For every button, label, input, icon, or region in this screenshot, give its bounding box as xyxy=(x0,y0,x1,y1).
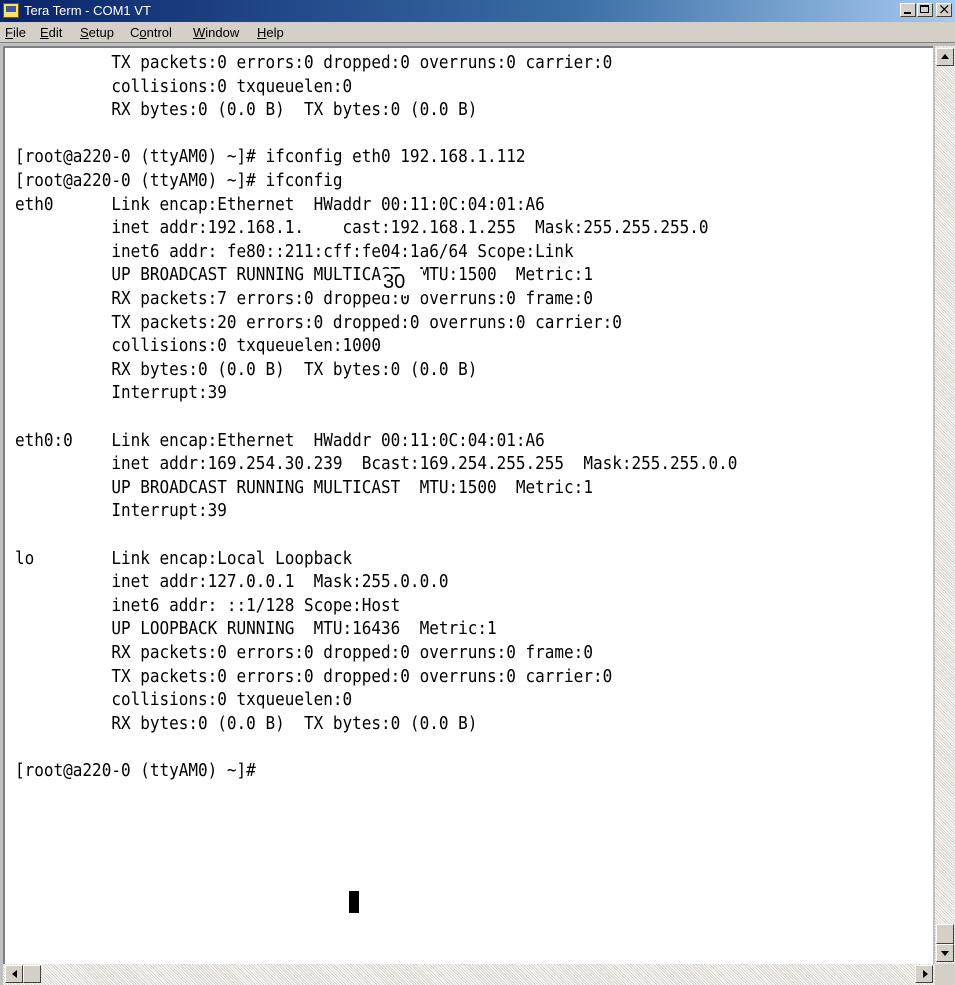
terminal-line: inet addr:192.168.1. cast:192.168.1.255 … xyxy=(15,218,709,239)
menu-help-mnemonic: H xyxy=(257,25,267,40)
menu-control-mnemonic: o xyxy=(139,25,147,40)
menu-edit[interactable]: Edit xyxy=(40,25,62,40)
horizontal-scrollbar[interactable] xyxy=(3,964,935,985)
terminal-line: RX bytes:0 (0.0 B) TX bytes:0 (0.0 B) xyxy=(15,359,478,380)
terminal-line: Interrupt:39 xyxy=(15,501,227,522)
terminal-line: eth0 Link encap:Ethernet HWaddr 00:11:0C… xyxy=(15,194,545,215)
vertical-scrollbar[interactable] xyxy=(935,46,955,964)
terminal-line: inet6 addr: fe80::211:cff:fe04:1a6/64 Sc… xyxy=(15,241,574,262)
terminal-line: RX bytes:0 (0.0 B) TX bytes:0 (0.0 B) xyxy=(15,100,478,121)
terminal-line: [root@a220-0 (ttyAM0) ~]# ifconfig xyxy=(15,171,343,191)
menu-window-mnemonic: W xyxy=(193,25,206,40)
menu-control[interactable]: Control xyxy=(130,25,172,40)
tera-term-window: Tera Term - COM1 VT File Edit Setup Cont… xyxy=(0,0,955,985)
menu-file-label: ile xyxy=(12,25,26,40)
terminal-line: TX packets:0 errors:0 dropped:0 overruns… xyxy=(15,53,613,73)
terminal-line: [root@a220-0 (ttyAM0) ~]# xyxy=(15,761,266,781)
terminal-line: UP BROADCAST RUNNING MULTICAST MTU:1500 … xyxy=(15,265,593,286)
title-bar[interactable]: Tera Term - COM1 VT xyxy=(0,0,955,22)
menu-edit-label: dit xyxy=(48,25,63,40)
menu-file[interactable]: File xyxy=(5,25,26,40)
minimize-button[interactable] xyxy=(900,3,916,17)
terminal-line: eth0:0 Link encap:Ethernet HWaddr 00:11:… xyxy=(15,430,545,451)
menu-edit-mnemonic: E xyxy=(40,25,49,40)
maximize-button[interactable] xyxy=(917,3,933,17)
menu-help[interactable]: Help xyxy=(257,25,284,40)
terminal-line: collisions:0 txqueuelen:0 xyxy=(15,76,353,97)
menu-setup-mnemonic: S xyxy=(80,25,89,40)
menu-control-label: ntrol xyxy=(146,25,172,40)
scroll-left-button[interactable] xyxy=(5,965,23,983)
terminal-line: UP BROADCAST RUNNING MULTICAST MTU:1500 … xyxy=(15,477,593,498)
horizontal-scroll-thumb[interactable] xyxy=(23,965,41,983)
terminal-line: RX bytes:0 (0.0 B) TX bytes:0 (0.0 B) xyxy=(15,713,478,734)
terminal-line: collisions:0 txqueuelen:0 xyxy=(15,690,353,711)
terminal-line: RX packets:0 errors:0 dropped:0 overruns… xyxy=(15,643,593,663)
vertical-scroll-thumb[interactable] xyxy=(936,924,954,944)
terminal-line: collisions:0 txqueuelen:1000 xyxy=(15,336,382,357)
close-button[interactable] xyxy=(936,0,952,18)
window-title: Tera Term - COM1 VT xyxy=(24,3,151,18)
terminal-line: Interrupt:39 xyxy=(15,383,227,404)
scroll-down-button[interactable] xyxy=(936,944,954,962)
scroll-right-button[interactable] xyxy=(915,965,933,983)
overlay-number-label: 30 xyxy=(381,269,423,295)
terminal-line: inet addr:127.0.0.1 Mask:255.0.0.0 xyxy=(15,572,449,593)
terminal-line: TX packets:20 errors:0 dropped:0 overrun… xyxy=(15,312,622,333)
terminal-line: TX packets:0 errors:0 dropped:0 overruns… xyxy=(15,666,613,687)
menu-help-label: elp xyxy=(266,25,284,40)
menu-control-prefix: C xyxy=(130,25,140,40)
menu-bar: File Edit Setup Control Window Help xyxy=(0,22,955,43)
scroll-up-button[interactable] xyxy=(936,48,954,66)
size-grip[interactable] xyxy=(935,964,955,985)
terminal-line: lo Link encap:Local Loopback xyxy=(15,548,353,569)
tera-term-icon[interactable] xyxy=(3,3,19,18)
terminal-line: inet6 addr: ::1/128 Scope:Host xyxy=(15,595,401,616)
terminal-screen[interactable]: [root@a220-0 (ttyAM0) ~]# RX bytes:0 (0.… xyxy=(3,46,933,964)
terminal-line: RX packets:7 errors:0 dropped:0 overruns… xyxy=(15,289,593,309)
menu-window-label: indow xyxy=(205,25,240,40)
text-cursor xyxy=(349,891,359,913)
menu-file-mnemonic: F xyxy=(5,25,13,40)
terminal-line: UP LOOPBACK RUNNING MTU:16436 Metric:1 xyxy=(15,619,497,640)
menu-setup-label: etup xyxy=(88,25,114,40)
terminal-line: [root@a220-0 (ttyAM0) ~]# ifconfig eth0 … xyxy=(15,147,526,168)
menu-window[interactable]: Window xyxy=(193,25,239,40)
terminal-line: inet addr:169.254.30.239 Bcast:169.254.2… xyxy=(15,454,738,475)
menu-setup[interactable]: Setup xyxy=(80,25,114,40)
